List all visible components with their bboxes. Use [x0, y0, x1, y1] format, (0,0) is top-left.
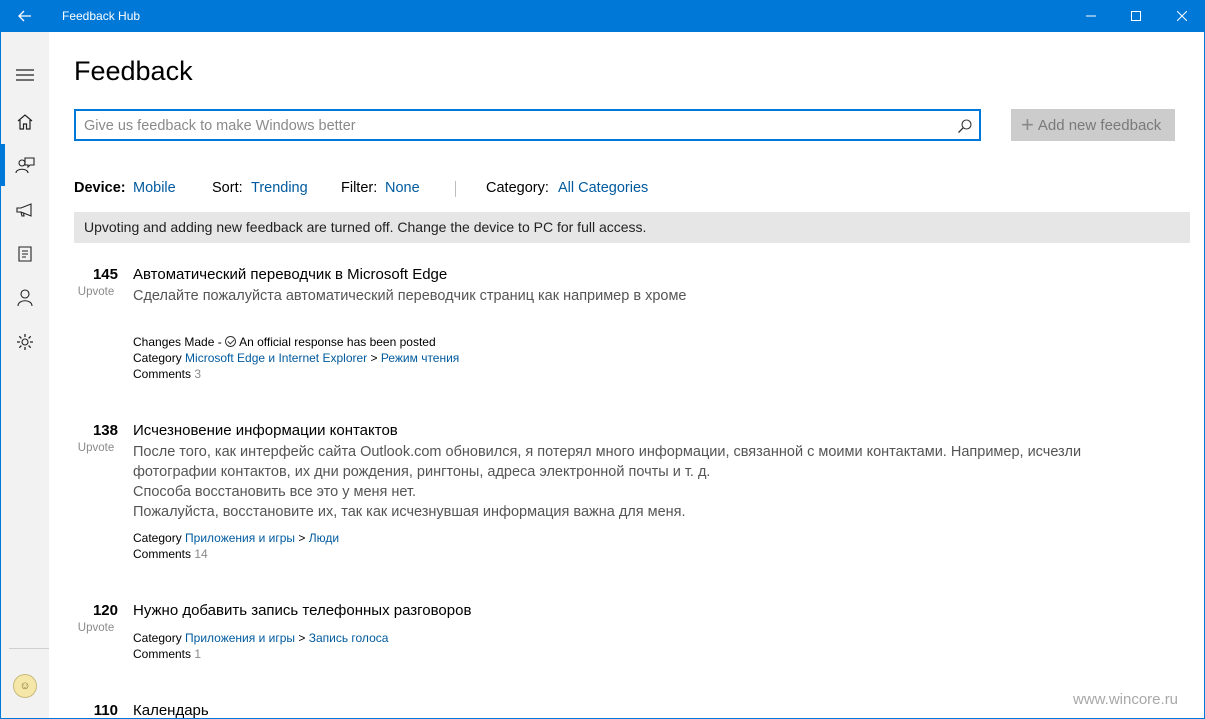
add-new-feedback-button[interactable]: + Add new feedback [1011, 109, 1175, 141]
search-input[interactable] [84, 117, 934, 135]
category-separator: > [295, 531, 309, 545]
vote-count: 120 [92, 602, 118, 619]
category-link[interactable]: Приложения и игры [185, 631, 295, 645]
feedback-title[interactable]: Исчезновение информации контактов [133, 422, 398, 439]
category-separator: > [367, 351, 381, 365]
category-link[interactable]: Microsoft Edge и Internet Explorer [185, 351, 367, 365]
filter-selector[interactable]: None [385, 180, 420, 196]
category-meta-label: Category [133, 351, 182, 365]
category-meta-label: Category [133, 531, 182, 545]
description-line: фотографии контактов, их дни рождения, р… [133, 464, 711, 480]
category-label: Category: [486, 180, 549, 196]
title-bar: Feedback Hub [1, 0, 1204, 32]
back-button[interactable] [1, 0, 49, 32]
category-meta-label: Category [133, 631, 182, 645]
feedback-item[interactable]: 145 Upvote Автоматический переводчик в M… [74, 266, 1190, 386]
feedback-item[interactable]: 138 Upvote Исчезновение информации конта… [74, 422, 1190, 562]
device-selector[interactable]: Mobile [133, 180, 176, 196]
plus-icon: + [1021, 112, 1034, 137]
info-banner: Upvoting and adding new feedback are tur… [74, 212, 1190, 243]
main-content: Feedback + Add new feedback Device: Mobi… [49, 32, 1204, 719]
sidebar-item-feedback[interactable] [1, 144, 49, 188]
hamburger-menu-button[interactable] [1, 53, 49, 97]
sidebar-item-profile[interactable] [1, 276, 49, 320]
app-title: Feedback Hub [62, 9, 141, 23]
watermark: www.wincore.ru [1073, 691, 1179, 708]
megaphone-icon [16, 203, 32, 217]
feedback-item[interactable]: 120 Upvote Нужно добавить запись телефон… [74, 602, 1190, 662]
upvote-button[interactable]: Upvote [74, 442, 118, 454]
feedback-comments: Comments 14 [133, 547, 208, 561]
filter-divider [455, 181, 456, 197]
official-response-text: An official response has been posted [239, 335, 436, 349]
description-line: Пожалуйста, восстановите их, так как исч… [133, 504, 686, 520]
category-selector[interactable]: All Categories [558, 180, 648, 196]
check-circle-icon [225, 336, 237, 347]
description-line: Способа восстановить все это у меня нет. [133, 484, 417, 500]
feedback-status: Changes Made - An official response has … [133, 335, 436, 349]
status-separator: - [214, 335, 226, 349]
search-box[interactable] [74, 109, 981, 141]
maximize-button[interactable] [1113, 0, 1159, 32]
comments-count: 14 [194, 547, 208, 561]
category-link[interactable]: Приложения и игры [185, 531, 295, 545]
feedback-title[interactable]: Автоматический переводчик в Microsoft Ed… [133, 266, 447, 283]
close-button[interactable] [1159, 0, 1204, 32]
sidebar-item-quests[interactable] [1, 232, 49, 276]
feedback-category: Category Microsoft Edge и Internet Explo… [133, 351, 459, 365]
feedback-hub-window: Feedback Hub ☺ Feedback Give us feedback… [0, 0, 1205, 719]
subcategory-link[interactable]: Запись голоса [309, 631, 389, 645]
feedback-description: После того, как интерфейс сайта Outlook.… [133, 442, 1133, 522]
sidebar-divider [9, 648, 49, 649]
arrow-left-icon [18, 10, 31, 22]
device-label: Device: [74, 180, 126, 196]
feedback-icon [15, 157, 35, 174]
feedback-description: Сделайте пожалуйста автоматический перев… [133, 288, 687, 304]
sidebar-item-home[interactable] [1, 100, 49, 144]
feedback-title[interactable]: Календарь [133, 702, 209, 718]
search-icon[interactable] [957, 118, 973, 134]
person-icon [17, 289, 33, 307]
feedback-comments: Comments 3 [133, 367, 201, 381]
hamburger-icon [16, 69, 34, 81]
feedback-title[interactable]: Нужно добавить запись телефонных разгово… [133, 602, 471, 619]
vote-count: 110 [93, 702, 118, 719]
close-icon [1177, 11, 1187, 21]
feedback-category: Category Приложения и игры > Запись голо… [133, 631, 388, 645]
maximize-icon [1131, 11, 1141, 21]
subcategory-link[interactable]: Режим чтения [381, 351, 459, 365]
vote-count: 145 [92, 266, 118, 283]
minimize-icon [1086, 15, 1096, 17]
subcategory-link[interactable]: Люди [309, 531, 339, 545]
gear-icon [17, 334, 33, 350]
home-icon [17, 114, 33, 130]
filter-label: Filter: [341, 180, 378, 196]
description-line: После того, как интерфейс сайта Outlook.… [133, 444, 1082, 460]
add-new-feedback-label: Add new feedback [1037, 116, 1162, 134]
quests-icon [18, 246, 32, 262]
feedback-comments: Comments 1 [133, 647, 201, 661]
comments-label: Comments [133, 367, 192, 381]
feedback-category: Category Приложения и игры > Люди [133, 531, 339, 545]
category-separator: > [295, 631, 309, 645]
comments-label: Comments [133, 547, 192, 561]
vote-count: 138 [92, 422, 118, 439]
status-text: Changes Made [133, 335, 215, 349]
user-avatar[interactable]: ☺ [13, 674, 37, 698]
comments-label: Comments [133, 647, 192, 661]
sidebar: ☺ [1, 32, 49, 718]
upvote-button[interactable]: Upvote [74, 286, 118, 298]
sidebar-item-announcements[interactable] [1, 188, 49, 232]
minimize-button[interactable] [1068, 0, 1114, 32]
feedback-item[interactable]: 110 Календарь [74, 702, 1190, 719]
sort-selector[interactable]: Trending [251, 180, 308, 196]
upvote-button[interactable]: Upvote [74, 622, 118, 634]
comments-count: 1 [194, 647, 202, 661]
sort-label: Sort: [212, 180, 243, 196]
sidebar-item-settings[interactable] [1, 320, 49, 364]
page-title: Feedback [74, 56, 193, 86]
comments-count: 3 [194, 367, 202, 381]
